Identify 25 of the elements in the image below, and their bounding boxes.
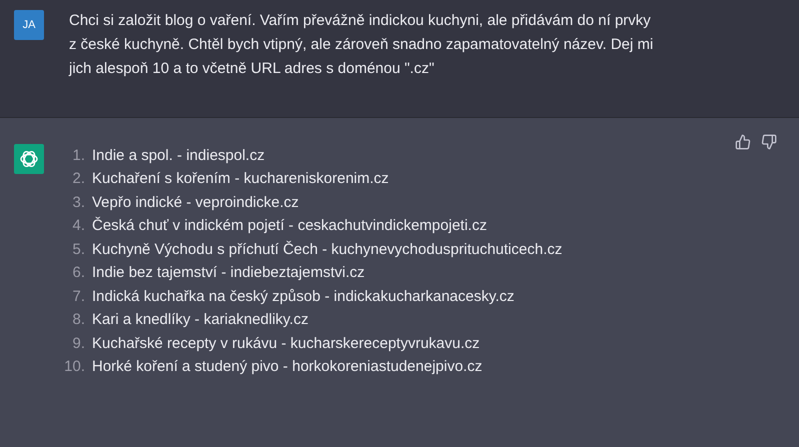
list-item-text: Horké koření a studený pivo - horkokoreniastudenejpivo.cz (92, 357, 482, 377)
user-avatar: JA (14, 10, 44, 40)
list-number: 2. (71, 169, 86, 189)
list-number: 10. (64, 357, 86, 377)
list-item-text: Kuchyně Východu s příchutí Čech - kuchynevychodusprituchuticech.cz (92, 240, 562, 260)
list-item-text: Vepřo indické - veproindicke.cz (92, 192, 299, 212)
list-number: 7. (71, 286, 86, 306)
thumbs-up-icon[interactable] (735, 134, 751, 150)
thumbs-down-icon[interactable] (761, 134, 777, 150)
user-message: Chci si založit blog o vaření. Vařím převážně indickou kuchyni, ale přidávám do ní prvky z české kuchyně. Chtěl bych vtipný, ale zároveň snadno zapamatovatelný název. Dej mi jich alespoň 10 a to včetně URL adres s doménou ".cz" (69, 11, 654, 79)
list-number: 9. (71, 334, 86, 354)
list-number: 5. (71, 240, 86, 260)
list-number: 8. (71, 310, 86, 330)
list-item-text: Česká chuť v indickém pojetí - ceskachutvindickempojeti.cz (92, 216, 487, 236)
list-item-text: Indie a spol. - indiespol.cz (92, 146, 265, 166)
list-item-text: Kuchaření s kořením - kuchareniskorenim.cz (92, 169, 389, 189)
list-number: 3. (71, 192, 86, 212)
list-item-text: Indická kuchařka na český způsob - indickakucharkanacesky.cz (92, 286, 514, 306)
list-number: 6. (71, 263, 86, 283)
list-number: 4. (71, 216, 86, 236)
list-item-text: Indie bez tajemství - indiebeztajemstvi.cz (92, 263, 365, 283)
list-number: 1. (71, 146, 86, 166)
list-item-text: Kuchařské recepty v rukávu - kucharskereceptyvrukavu.cz (92, 334, 480, 354)
assistant-logo-icon (14, 144, 44, 174)
list-item-text: Kari a knedlíky - kariaknedliky.cz (92, 310, 308, 330)
